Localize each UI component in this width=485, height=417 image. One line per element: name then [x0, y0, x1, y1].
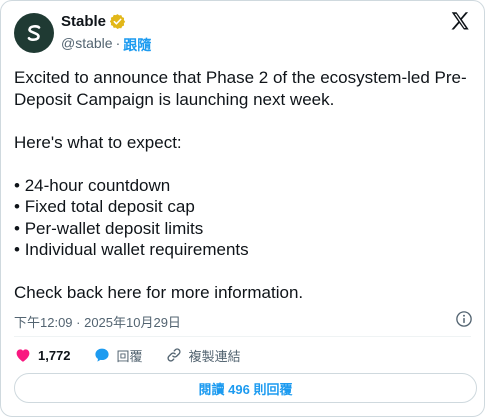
info-icon[interactable]	[455, 310, 473, 328]
read-replies-button[interactable]: 閱讀 496 則回覆	[14, 373, 477, 403]
reply-bubble-icon	[94, 348, 109, 362]
reply-label: 回覆	[116, 348, 143, 364]
tweet-timestamp[interactable]: 下午12:09 · 2025年10月29日	[14, 312, 181, 331]
like-count: 1,772	[38, 347, 71, 363]
account-name-row: Stable	[61, 13, 126, 30]
tweet-card: Stable @stable · 跟隨 Excited to announce …	[0, 0, 485, 417]
tweet-line: Excited to announce that Phase 2 of the …	[14, 68, 467, 109]
bullet-item: Individual wallet requirements	[14, 239, 474, 261]
copy-link-label: 複製連結	[188, 348, 241, 364]
handle-separator: ·	[115, 35, 121, 51]
reply-button[interactable]: 回覆	[93, 346, 143, 365]
tweet-line: Here's what to expect:	[14, 132, 182, 152]
x-logo-icon[interactable]	[449, 10, 471, 32]
like-button[interactable]: 1,772	[14, 346, 71, 364]
account-name[interactable]: Stable	[61, 13, 106, 30]
action-bar: 1,772 回覆 複製連結	[14, 345, 263, 365]
divider	[14, 336, 471, 337]
avatar[interactable]	[14, 13, 54, 53]
copy-link-button[interactable]: 複製連結	[165, 346, 241, 365]
bullet-item: Fixed total deposit cap	[14, 196, 474, 218]
tweet-text: Excited to announce that Phase 2 of the …	[14, 67, 474, 304]
tweet-closing: Check back here for more information.	[14, 283, 304, 302]
s-logo-icon	[27, 25, 41, 41]
heart-icon	[16, 349, 30, 362]
bullet-item: Per-wallet deposit limits	[14, 218, 474, 240]
link-icon	[167, 348, 181, 362]
follow-button[interactable]: 跟隨	[123, 35, 151, 55]
account-handle[interactable]: @stable	[61, 35, 113, 55]
bullet-item: 24-hour countdown	[14, 175, 474, 197]
verified-badge-icon	[109, 13, 126, 30]
handle-row: @stable · 跟隨	[61, 35, 151, 55]
